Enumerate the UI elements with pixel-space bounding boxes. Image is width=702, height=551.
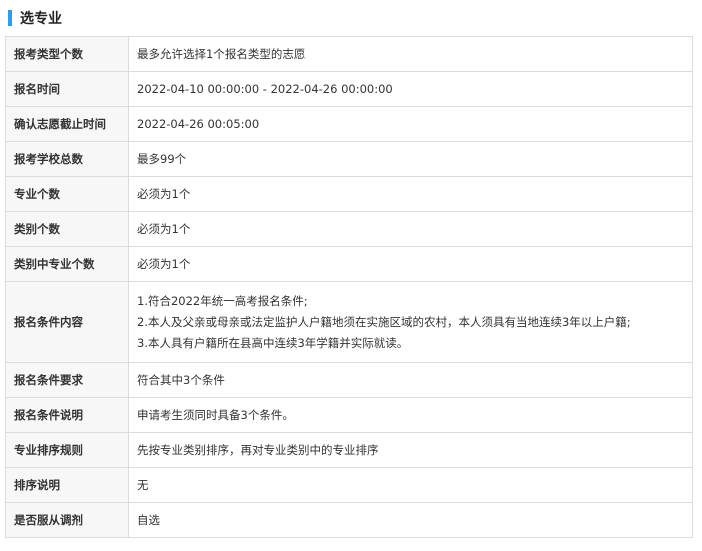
row-label: 报考类型个数 [5, 36, 129, 72]
row-label: 报考学校总数 [5, 141, 129, 177]
row-value: 申请考生须同时具备3个条件。 [128, 397, 693, 433]
row-value: 符合其中3个条件 [128, 362, 693, 398]
table-row: 报名条件说明 申请考生须同时具备3个条件。 [5, 397, 693, 433]
row-label: 报名条件内容 [5, 281, 129, 363]
table-row: 报名条件要求 符合其中3个条件 [5, 362, 693, 398]
row-value: 必须为1个 [128, 211, 693, 247]
table-row: 报名时间 2022-04-10 00:00:00 - 2022-04-26 00… [5, 71, 693, 107]
info-table: 报考类型个数 最多允许选择1个报名类型的志愿 报名时间 2022-04-10 0… [5, 36, 693, 538]
table-row: 专业个数 必须为1个 [5, 176, 693, 212]
row-label: 专业个数 [5, 176, 129, 212]
section-header: 选专业 [8, 8, 62, 28]
row-value: 自选 [128, 502, 693, 538]
row-label: 排序说明 [5, 467, 129, 503]
table-row: 是否服从调剂 自选 [5, 502, 693, 538]
table-row: 排序说明 无 [5, 467, 693, 503]
row-label: 报名时间 [5, 71, 129, 107]
row-value: 无 [128, 467, 693, 503]
condition-line: 3.本人具有户籍所在县高中连续3年学籍并实际就读。 [137, 335, 409, 350]
row-value: 最多允许选择1个报名类型的志愿 [128, 36, 693, 72]
row-label: 类别中专业个数 [5, 246, 129, 282]
row-label: 报名条件说明 [5, 397, 129, 433]
table-row: 报考学校总数 最多99个 [5, 141, 693, 177]
condition-line: 2.本人及父亲或母亲或法定监护人户籍地须在实施区域的农村，本人须具有当地连续3年… [137, 314, 631, 329]
title-accent-bar [8, 10, 12, 26]
table-row: 类别中专业个数 必须为1个 [5, 246, 693, 282]
row-label: 确认志愿截止时间 [5, 106, 129, 142]
row-value: 必须为1个 [128, 176, 693, 212]
row-value: 先按专业类别排序，再对专业类别中的专业排序 [128, 432, 693, 468]
row-label: 报名条件要求 [5, 362, 129, 398]
row-label: 是否服从调剂 [5, 502, 129, 538]
table-row: 报考类型个数 最多允许选择1个报名类型的志愿 [5, 36, 693, 72]
table-row: 报名条件内容 1.符合2022年统一高考报名条件; 2.本人及父亲或母亲或法定监… [5, 281, 693, 363]
table-row: 确认志愿截止时间 2022-04-26 00:05:00 [5, 106, 693, 142]
table-row: 类别个数 必须为1个 [5, 211, 693, 247]
row-value-conditions: 1.符合2022年统一高考报名条件; 2.本人及父亲或母亲或法定监护人户籍地须在… [128, 281, 693, 363]
condition-line: 1.符合2022年统一高考报名条件; [137, 293, 308, 308]
row-value: 必须为1个 [128, 246, 693, 282]
row-value: 最多99个 [128, 141, 693, 177]
row-value: 2022-04-10 00:00:00 - 2022-04-26 00:00:0… [128, 71, 693, 107]
table-row: 专业排序规则 先按专业类别排序，再对专业类别中的专业排序 [5, 432, 693, 468]
row-label: 类别个数 [5, 211, 129, 247]
row-label: 专业排序规则 [5, 432, 129, 468]
section-title: 选专业 [20, 11, 62, 27]
row-value: 2022-04-26 00:05:00 [128, 106, 693, 142]
